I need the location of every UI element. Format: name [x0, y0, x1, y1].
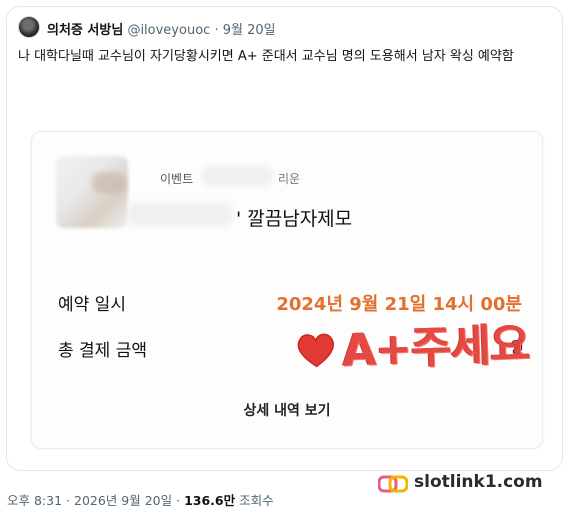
link-logo-icon	[378, 475, 408, 493]
total-payment-label: 총 결제 금액	[58, 341, 148, 361]
views-label: 조회수	[239, 493, 274, 508]
redaction-blur	[202, 166, 272, 186]
redaction-blur	[128, 202, 232, 226]
post-header: 의처증 서방님 @iloveyouoc · 9월 20일	[47, 19, 276, 38]
footer-separator: ·	[176, 493, 181, 508]
views-count: 136.6만	[184, 493, 236, 508]
watermark-text: slotlink1.com	[414, 472, 543, 492]
event-suffix: 리운	[278, 172, 301, 186]
heart-icon	[297, 333, 335, 368]
user-handle[interactable]: @iloveyouoc	[127, 23, 210, 38]
reservation-label: 예약 일시	[58, 295, 126, 315]
display-name[interactable]: 의처증 서방님	[47, 23, 123, 38]
detail-view-link[interactable]: 상세 내역 보기	[32, 400, 542, 420]
attached-image-reservation[interactable]: 이벤트 리운 ' 깔끔남자제모 예약 일시 2024년 9월 21일 14시 0…	[31, 131, 543, 449]
post-text: 나 대학다닐때 교수님이 자기당황시키면 A+ 준대서 교수님 명의 도용해서 …	[18, 49, 514, 64]
post-footer: 오후 8:31 · 2026년 9월 20일 · 136.6만 조회수	[7, 490, 274, 509]
thumbnail-blur	[92, 172, 126, 194]
footer-separator: ·	[66, 493, 71, 508]
post-card[interactable]: 의처증 서방님 @iloveyouoc · 9월 20일 나 대학다닐때 교수님…	[6, 6, 563, 471]
post-date[interactable]: 9월 20일	[223, 23, 276, 38]
handwritten-stamp: A+주세요	[293, 304, 536, 392]
header-separator: ·	[214, 23, 219, 38]
post-full-date[interactable]: 2026년 9월 20일	[74, 493, 172, 508]
post-time[interactable]: 오후 8:31	[7, 493, 62, 508]
watermark: slotlink1.com	[378, 472, 558, 496]
event-label: 이벤트	[160, 172, 194, 186]
avatar[interactable]	[18, 16, 40, 38]
shop-name: ' 깔끔남자제모	[236, 208, 353, 230]
stamp-text: A+주세요	[341, 318, 531, 377]
